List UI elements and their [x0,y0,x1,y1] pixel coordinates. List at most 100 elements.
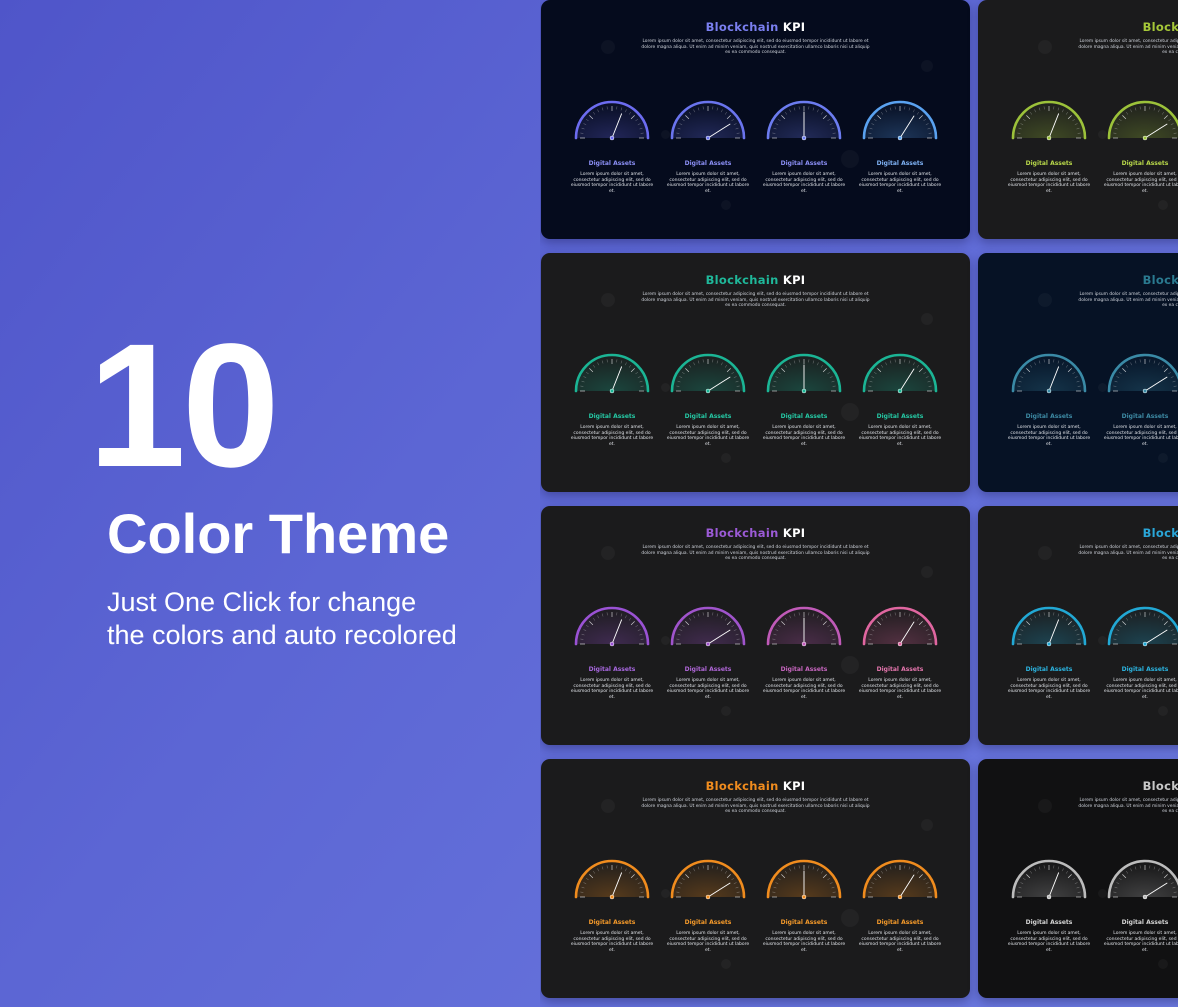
gauge-card: Digital Assets Lorem ipsum dolor sit amet… [570,351,654,461]
gauge-label: Digital Assets [1121,413,1169,420]
gauge-card: Digital Assets Lorem ipsum dolor sit amet… [1103,857,1178,967]
gauge-meter [574,859,650,900]
bokeh-decoration [601,293,615,307]
gauge-card: Digital Assets Lorem ipsum dolor sit amet… [1103,98,1178,208]
theme-slide-lime[interactable]: Blockchain KPI Lorem ipsum dolor sit amet… [978,0,1178,239]
gauge-hub [897,388,903,394]
gauge-meter [862,353,938,394]
slide-subtitle: Lorem ipsum dolor sit amet, consectetur … [641,39,870,55]
gauge-card: Digital Assets Lorem ipsum dolor sit amet… [858,857,942,967]
bokeh-decoration [1038,40,1052,54]
theme-slide-teal[interactable]: Blockchain KPI Lorem ipsum dolor sit amet… [541,253,970,492]
gauge-meter [670,353,746,394]
gauge-card: Digital Assets Lorem ipsum dolor sit amet… [570,857,654,967]
slide-title: Blockchain KPI [541,779,970,793]
gauge-card: Digital Assets Lorem ipsum dolor sit amet… [1007,857,1091,967]
gauge-meter [670,859,746,900]
gauge-label: Digital Assets [780,666,828,673]
gauge-card: Digital Assets Lorem ipsum dolor sit amet… [762,98,846,208]
gauge-label: Digital Assets [1025,413,1073,420]
gauge-meter [574,100,650,141]
gauge-description: Lorem ipsum dolor sit amet, consectetur … [1103,425,1178,447]
gauge-label: Digital Assets [780,919,828,926]
slide-title-kpi: KPI [778,273,806,287]
gauge-meter [862,100,938,141]
hero-section: 10 Color Theme Just One Click for change… [0,0,540,1007]
gauge-meter [670,606,746,647]
theme-slide-sky[interactable]: Blockchain KPI Lorem ipsum dolor sit amet… [978,506,1178,745]
slide-subtitle: Lorem ipsum dolor sit amet, consectetur … [1078,292,1178,308]
gauge-label: Digital Assets [1025,160,1073,167]
gauge-card: Digital Assets Lorem ipsum dolor sit amet… [1007,604,1091,714]
theme-slide-blue[interactable]: Blockchain KPI Lorem ipsum dolor sit amet… [541,0,970,239]
slide-subtitle: Lorem ipsum dolor sit amet, consectetur … [1078,798,1178,814]
gauge-hub [705,641,711,647]
hero-tagline: Just One Click for change the colors and… [107,587,457,650]
gauge-card: Digital Assets Lorem ipsum dolor sit amet… [666,857,750,967]
gauge-card: Digital Assets Lorem ipsum dolor sit amet… [762,857,846,967]
gauge-label: Digital Assets [588,413,636,420]
gauge-description: Lorem ipsum dolor sit amet, consectetur … [1007,678,1091,700]
gauge-meter [1107,100,1178,141]
gauge-hub [801,894,807,900]
gauge-hub [705,894,711,900]
gauge-meter [1011,353,1087,394]
gauge-fill [1109,608,1178,644]
gauge-description: Lorem ipsum dolor sit amet, consectetur … [570,172,654,194]
gauge-label: Digital Assets [684,919,732,926]
gauge-description: Lorem ipsum dolor sit amet, consectetur … [762,425,846,447]
theme-slide-purple[interactable]: Blockchain KPI Lorem ipsum dolor sit amet… [541,506,970,745]
gauge-description: Lorem ipsum dolor sit amet, consectetur … [762,931,846,953]
gauge-hub [897,894,903,900]
gauge-card: Digital Assets Lorem ipsum dolor sit amet… [1103,604,1178,714]
bokeh-decoration [1038,546,1052,560]
gauge-meter [1107,606,1178,647]
gauge-description: Lorem ipsum dolor sit amet, consectetur … [666,425,750,447]
gauge-card: Digital Assets Lorem ipsum dolor sit amet… [762,351,846,461]
gauge-label: Digital Assets [684,413,732,420]
gauge-description: Lorem ipsum dolor sit amet, consectetur … [1103,931,1178,953]
slide-title-word: Blockchain [705,273,779,287]
bokeh-decoration [601,799,615,813]
bokeh-decoration [921,60,933,72]
gauge-label: Digital Assets [684,666,732,673]
slide-title-word: Blockchain [705,779,779,793]
theme-slide-orange[interactable]: Blockchain KPI Lorem ipsum dolor sit amet… [541,759,970,998]
gauge-hub [1142,641,1148,647]
theme-slide-dark-teal[interactable]: Blockchain KPI Lorem ipsum dolor sit amet… [978,253,1178,492]
slide-title: Blockchain KPI [541,20,970,34]
slide-subtitle: Lorem ipsum dolor sit amet, consectetur … [641,292,870,308]
gauge-meter [1107,859,1178,900]
slide-title-word: Blockchain [1142,273,1178,287]
gauge-hub [609,894,615,900]
bokeh-decoration [921,313,933,325]
bokeh-decoration [921,819,933,831]
bokeh-decoration [601,546,615,560]
gauge-description: Lorem ipsum dolor sit amet, consectetur … [1007,931,1091,953]
gauge-fill [1109,355,1178,391]
gauge-hub [1142,894,1148,900]
gauge-card: Digital Assets Lorem ipsum dolor sit amet… [666,604,750,714]
gauge-card: Digital Assets Lorem ipsum dolor sit amet… [858,604,942,714]
gauge-description: Lorem ipsum dolor sit amet, consectetur … [570,425,654,447]
gauge-meter [1011,859,1087,900]
slide-subtitle: Lorem ipsum dolor sit amet, consectetur … [641,798,870,814]
gauge-description: Lorem ipsum dolor sit amet, consectetur … [1103,172,1178,194]
gauge-meter [574,353,650,394]
gauge-label: Digital Assets [876,160,924,167]
bokeh-decoration [921,566,933,578]
gauge-label: Digital Assets [1025,666,1073,673]
gauge-fill [1109,861,1178,897]
slide-title-word: Blockchain [705,20,779,34]
gauge-hub [609,388,615,394]
gauge-hub [609,641,615,647]
gauge-label: Digital Assets [588,160,636,167]
gauge-label: Digital Assets [684,160,732,167]
gauge-description: Lorem ipsum dolor sit amet, consectetur … [1007,425,1091,447]
gauge-label: Digital Assets [588,666,636,673]
theme-slide-grey[interactable]: Blockchain KPI Lorem ipsum dolor sit amet… [978,759,1178,998]
gauge-hub [1046,135,1052,141]
gauge-hub [705,388,711,394]
slide-title-kpi: KPI [778,20,806,34]
theme-count: 10 [88,308,280,504]
